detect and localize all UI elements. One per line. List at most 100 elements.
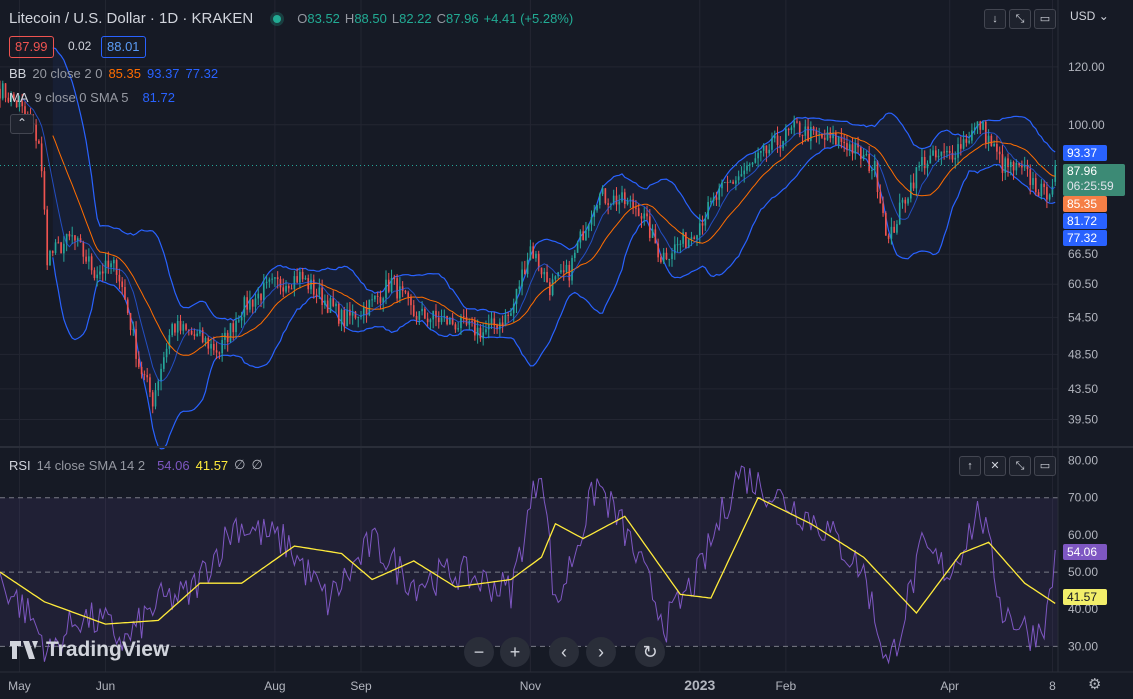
chevron-left-icon: ‹: [561, 642, 567, 662]
candle-body: [635, 207, 637, 209]
move-up-icon[interactable]: ↑: [959, 456, 981, 476]
bb-legend[interactable]: BB 20 close 2 0 85.35 93.37 77.32: [9, 66, 218, 81]
candle-body: [399, 286, 401, 299]
ma-legend[interactable]: MA 9 close 0 SMA 5 81.72: [9, 90, 175, 105]
candle-body: [240, 316, 243, 321]
buy-button[interactable]: 88.01: [101, 36, 146, 58]
candle-body: [562, 270, 565, 273]
candle-body: [887, 235, 890, 239]
candle-body: [371, 299, 373, 301]
reset-chart-button[interactable]: ↻: [635, 637, 665, 667]
candle-body: [346, 309, 348, 327]
candle-body: [835, 132, 837, 145]
candle-body: [735, 180, 737, 184]
close-icon[interactable]: ✕: [984, 456, 1006, 476]
candle-body: [846, 143, 848, 150]
zoom-in-button[interactable]: +: [500, 637, 530, 667]
candle-body: [329, 298, 332, 313]
candle-body: [412, 305, 415, 317]
candle-body: [698, 223, 701, 236]
candle-body: [996, 143, 998, 152]
fullscreen-icon[interactable]: ▭: [1034, 9, 1056, 29]
time-tick-label: Sep: [350, 679, 372, 693]
scroll-right-button[interactable]: ›: [586, 637, 616, 667]
candle-body: [657, 243, 659, 258]
candle-body: [579, 231, 582, 243]
collapse-arrows-icon[interactable]: ⤡: [1009, 456, 1031, 476]
candle-body: [85, 256, 87, 262]
candle-body: [746, 165, 748, 171]
candle-body: [96, 274, 99, 279]
price-tick-label: 54.50: [1068, 310, 1098, 324]
candle-body: [726, 182, 729, 184]
candle-body: [787, 128, 790, 131]
time-tick-label: Jun: [96, 679, 115, 693]
candle-body: [418, 311, 421, 320]
tradingview-logo[interactable]: TradingView: [10, 638, 169, 662]
candle-body: [1015, 162, 1018, 171]
candle-body: [707, 201, 709, 219]
candle-body: [390, 278, 393, 292]
candle-body: [221, 339, 223, 354]
candle-body: [865, 153, 868, 156]
zoom-out-button[interactable]: −: [464, 637, 494, 667]
candle-body: [723, 182, 726, 184]
candle-body: [182, 324, 185, 331]
candle-body: [971, 130, 973, 141]
candle-body: [265, 281, 268, 284]
candle-body: [543, 271, 546, 275]
collapse-arrows-icon[interactable]: ⤡: [1009, 9, 1031, 29]
sell-button[interactable]: 87.99: [9, 36, 54, 58]
close-value: 87.96: [446, 11, 479, 26]
currency-selector[interactable]: USD ⌄: [1070, 8, 1109, 24]
candle-body: [0, 88, 1, 99]
rsi-tick-label: 30.00: [1068, 639, 1098, 653]
candle-body: [598, 194, 601, 206]
bb-basis-value: 85.35: [108, 66, 141, 81]
candle-body: [909, 182, 912, 199]
scroll-left-button[interactable]: ‹: [549, 637, 579, 667]
candle-body: [1021, 165, 1023, 168]
candle-body: [879, 192, 882, 204]
candle-body: [915, 167, 918, 189]
candle-body: [618, 201, 621, 205]
candle-body: [615, 195, 618, 205]
candle-body: [68, 234, 71, 237]
candle-body: [129, 313, 132, 330]
candle-body: [60, 242, 62, 254]
rsi-legend[interactable]: RSI 14 close SMA 14 2 54.06 41.57 ∅ ∅: [9, 457, 263, 473]
candle-body: [762, 145, 765, 151]
fullscreen-icon[interactable]: ▭: [1034, 456, 1056, 476]
candle-body: [51, 251, 54, 253]
buy-price: 88.01: [107, 39, 140, 54]
candle-body: [954, 157, 957, 160]
candle-body: [107, 260, 110, 268]
collapse-legend-button[interactable]: ⌃: [10, 114, 34, 134]
candle-body: [332, 298, 335, 307]
symbol-title[interactable]: Litecoin / U.S. Dollar · 1D · KRAKEN: [9, 10, 253, 27]
candle-body: [293, 276, 296, 289]
price-tick-label: 120.00: [1068, 60, 1105, 74]
candle-body: [512, 303, 515, 314]
candle-body: [646, 213, 648, 217]
settings-gear-icon[interactable]: ⚙: [1088, 677, 1101, 693]
candle-body: [1032, 178, 1034, 185]
market-status-icon: [273, 14, 282, 23]
candle-body: [268, 279, 271, 282]
candle-body: [962, 139, 965, 149]
open-value: 83.52: [307, 11, 340, 26]
candle-body: [546, 271, 548, 283]
candle-body: [454, 324, 457, 330]
candle-body: [437, 317, 440, 323]
price-tick-label: 100.00: [1068, 118, 1105, 132]
bb-basis-tag: 85.35: [1063, 196, 1107, 212]
candle-body: [407, 292, 410, 298]
bb-lower-tag: 77.32: [1063, 230, 1107, 246]
candle-body: [604, 188, 607, 204]
arrow-down-icon[interactable]: ↓: [984, 9, 1006, 29]
candle-body: [46, 209, 49, 266]
candle-body: [63, 243, 65, 254]
symbol-header: Litecoin / U.S. Dollar · 1D · KRAKEN O83…: [9, 10, 573, 27]
candle-body: [593, 210, 596, 217]
candle-body: [621, 192, 623, 202]
